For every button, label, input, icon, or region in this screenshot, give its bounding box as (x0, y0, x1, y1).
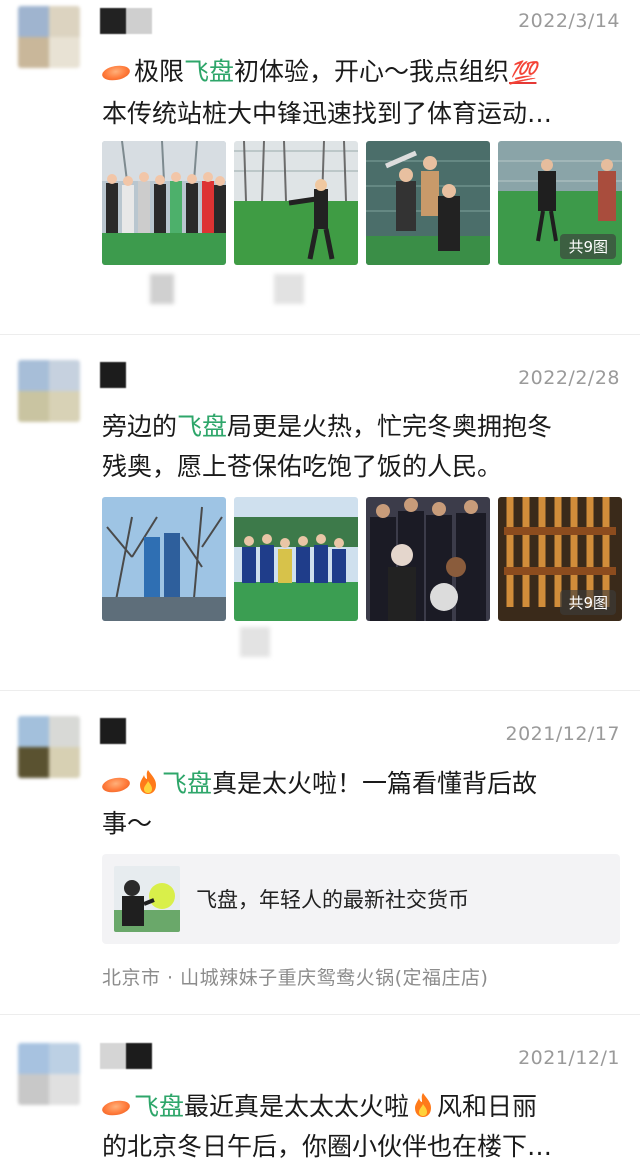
photo-grid: 共9图 (102, 497, 622, 621)
post-date: 2022/2/28 (518, 367, 620, 389)
moment-post[interactable]: 2022/3/14 极限飞盘初体验，开心～我点组织💯 本传统站桩大中锋迅速找到了… (0, 0, 640, 330)
user-name[interactable] (100, 362, 126, 388)
photo-count-badge: 共9图 (560, 590, 616, 615)
fire-icon (140, 770, 156, 794)
frisbee-icon (100, 63, 132, 83)
keyword-link[interactable]: 飞盘 (134, 1092, 184, 1121)
avatar[interactable] (18, 360, 80, 422)
moment-post[interactable]: 2021/12/1 飞盘最近真是太太太火啦 风和日丽 的北京冬日午后，你圈小伙伴也… (0, 1015, 640, 1166)
frisbee-icon (100, 775, 132, 795)
moments-feed: 2022/3/14 极限飞盘初体验，开心～我点组织💯 本传统站桩大中锋迅速找到了… (0, 0, 640, 1166)
avatar[interactable] (18, 716, 80, 778)
user-name[interactable] (100, 1043, 152, 1069)
photo-count-badge: 共9图 (560, 234, 616, 259)
moment-post[interactable]: 2022/2/28 旁边的飞盘局更是火热，忙完冬奥拥抱冬 残奥，愿上苍保佑吃饱了… (0, 335, 640, 685)
avatar[interactable] (18, 6, 80, 68)
keyword-link[interactable]: 飞盘 (184, 57, 234, 86)
photo-thumbnail[interactable] (234, 141, 358, 265)
post-date: 2021/12/17 (505, 723, 620, 745)
user-name[interactable] (100, 8, 152, 34)
frisbee-icon (100, 1098, 132, 1118)
shared-article-card[interactable]: 飞盘，年轻人的最新社交货币 (102, 854, 620, 944)
photo-thumbnail[interactable] (366, 497, 490, 621)
article-thumbnail (114, 866, 180, 932)
location-link[interactable]: 北京市 · 山城辣妹子重庆鸳鸯火锅(定福庄店) (102, 963, 488, 990)
blurred-content (110, 274, 304, 304)
avatar[interactable] (18, 1043, 80, 1105)
keyword-link[interactable]: 飞盘 (177, 412, 227, 441)
photo-thumbnail[interactable] (234, 497, 358, 621)
post-text: 飞盘最近真是太太太火啦 风和日丽 的北京冬日午后，你圈小伙伴也在楼下… (100, 1092, 553, 1161)
hundred-points-icon: 💯 (509, 61, 537, 86)
blurred-content (110, 627, 270, 657)
post-text: 飞盘真是太火啦！一篇看懂背后故 事～ (100, 769, 538, 838)
keyword-link[interactable]: 飞盘 (162, 769, 212, 798)
user-name[interactable] (100, 718, 126, 744)
photo-thumbnail[interactable] (366, 141, 490, 265)
photo-thumbnail[interactable] (102, 497, 226, 621)
post-text: 极限飞盘初体验，开心～我点组织💯 本传统站桩大中锋迅速找到了体育运动… (100, 57, 553, 128)
post-date: 2022/3/14 (518, 10, 620, 32)
photo-thumbnail[interactable]: 共9图 (498, 497, 622, 621)
photo-thumbnail[interactable]: 共9图 (498, 141, 622, 265)
article-title: 飞盘，年轻人的最新社交货币 (196, 888, 469, 912)
photo-grid: 共9图 (102, 141, 622, 265)
photo-thumbnail[interactable] (102, 141, 226, 265)
post-text: 旁边的飞盘局更是火热，忙完冬奥拥抱冬 残奥，愿上苍保佑吃饱了饭的人民。 (102, 412, 553, 481)
fire-icon (415, 1093, 432, 1117)
post-date: 2021/12/1 (518, 1047, 620, 1069)
moment-post[interactable]: 2021/12/17 飞盘真是太火啦！一篇看懂背后故 事～ 飞盘，年轻人的最新社… (0, 691, 640, 1011)
